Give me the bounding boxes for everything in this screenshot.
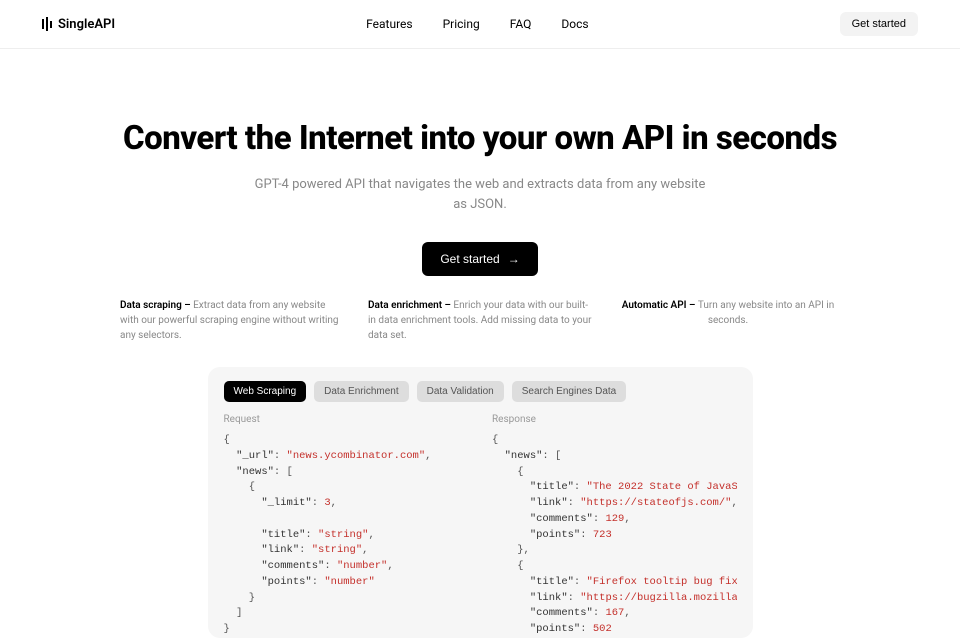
tab-data-enrichment[interactable]: Data Enrichment xyxy=(314,381,408,402)
arrow-right-icon: → xyxy=(508,252,520,266)
nav-pricing[interactable]: Pricing xyxy=(443,17,480,31)
nav-docs[interactable]: Docs xyxy=(561,17,588,31)
nav-faq[interactable]: FAQ xyxy=(510,17,532,31)
request-code: { "_url": "news.ycombinator.com", "news"… xyxy=(224,433,469,638)
response-label: Response xyxy=(492,414,737,425)
feature-row: Data scraping – Extract data from any we… xyxy=(120,298,840,343)
request-label: Request xyxy=(224,414,469,425)
feature-automatic-api: Automatic API – Turn any website into an… xyxy=(616,298,840,343)
code-tabs: Web Scraping Data Enrichment Data Valida… xyxy=(224,381,737,402)
request-column: Request { "_url": "news.ycombinator.com"… xyxy=(224,414,469,638)
hero-title: Convert the Internet into your own API i… xyxy=(120,119,840,159)
tab-data-validation[interactable]: Data Validation xyxy=(417,381,504,402)
feature-title: Data enrichment – xyxy=(368,300,453,311)
response-code: { "news": [ { "title": "The 2022 State o… xyxy=(492,433,737,638)
logo[interactable]: SingleAPI xyxy=(42,17,115,32)
tab-search-engines[interactable]: Search Engines Data xyxy=(512,381,627,402)
code-panel: Web Scraping Data Enrichment Data Valida… xyxy=(208,367,753,638)
response-column: Response { "news": [ { "title": "The 202… xyxy=(492,414,737,638)
feature-title: Automatic API – xyxy=(622,300,698,311)
tab-web-scraping[interactable]: Web Scraping xyxy=(224,381,307,402)
hero-subtitle: GPT-4 powered API that navigates the web… xyxy=(250,175,710,217)
logo-icon xyxy=(42,17,52,31)
feature-title: Data scraping – xyxy=(120,300,193,311)
get-started-cta-button[interactable]: Get started → xyxy=(422,242,537,276)
feature-body: Turn any website into an API in seconds. xyxy=(698,300,834,326)
feature-enrichment: Data enrichment – Enrich your data with … xyxy=(368,298,592,343)
main-nav: Features Pricing FAQ Docs xyxy=(366,17,588,31)
feature-scraping: Data scraping – Extract data from any we… xyxy=(120,298,344,343)
nav-features[interactable]: Features xyxy=(366,17,412,31)
brand-name: SingleAPI xyxy=(58,17,115,32)
get-started-header-button[interactable]: Get started xyxy=(840,12,918,36)
cta-label: Get started xyxy=(440,252,499,266)
hero: Convert the Internet into your own API i… xyxy=(120,49,840,276)
